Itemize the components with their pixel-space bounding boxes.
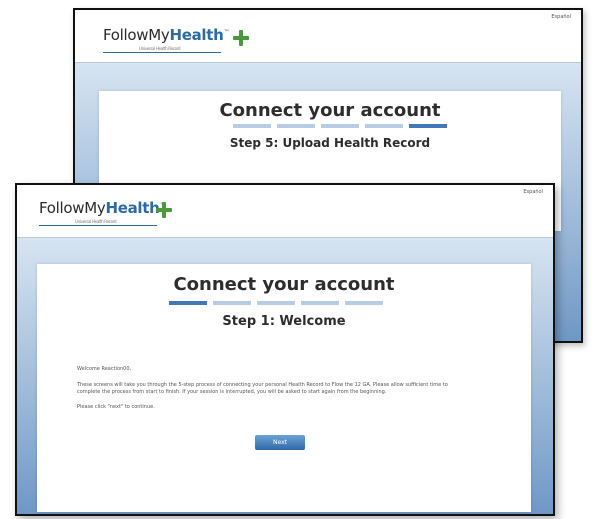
- front-window-step1: Español FollowMyHealth™ Universal Health…: [15, 183, 555, 516]
- logo-text-part2: Health: [169, 26, 224, 44]
- step-indicator-2: [213, 301, 251, 305]
- header: Español FollowMyHealth™ Universal Health…: [75, 10, 581, 63]
- green-plus-icon: [156, 202, 172, 218]
- next-button[interactable]: Next: [255, 435, 305, 450]
- step-indicator-4: [365, 124, 403, 128]
- step-indicator-3: [321, 124, 359, 128]
- language-link[interactable]: Español: [551, 14, 571, 20]
- header: Español FollowMyHealth™ Universal Health…: [17, 185, 553, 238]
- step-progress-bar: [169, 301, 383, 305]
- logo-text-part1: FollowMy: [39, 199, 106, 217]
- step-indicator-3: [257, 301, 295, 305]
- step-indicator-5: [345, 301, 383, 305]
- logo-underline: [39, 225, 157, 226]
- page-title: Connect your account: [173, 274, 395, 295]
- continue-instruction: Please click "next" to continue.: [77, 404, 155, 410]
- green-plus-icon: [233, 30, 249, 46]
- followmyhealth-logo: FollowMyHealth™ Universal Health Record: [39, 199, 166, 226]
- logo-trademark: ™: [223, 29, 230, 36]
- step-title: Step 5: Upload Health Record: [229, 136, 431, 150]
- step-indicator-2: [277, 124, 315, 128]
- step-indicator-1: [169, 301, 207, 305]
- step-title: Step 1: Welcome: [222, 314, 346, 329]
- page-title: Connect your account: [219, 100, 441, 121]
- instructions-paragraph: These screens will take you through the …: [77, 382, 448, 395]
- step-indicator-4: [301, 301, 339, 305]
- followmyhealth-logo: FollowMyHealth™ Universal Health Record: [103, 26, 230, 53]
- logo-tagline: Universal Health Record: [75, 219, 117, 224]
- welcome-greeting: Welcome Reaction00,: [77, 366, 132, 372]
- logo-text-part1: FollowMy: [103, 26, 170, 44]
- logo-text-part2: Health: [105, 199, 160, 217]
- logo-underline: [103, 52, 221, 53]
- logo-tagline: Universal Health Record: [139, 46, 181, 51]
- connect-account-panel: Connect your account Step 1: Welcome Wel…: [37, 264, 531, 512]
- step-indicator-5: [409, 124, 447, 128]
- step-progress-bar: [233, 124, 447, 128]
- language-link[interactable]: Español: [523, 189, 543, 195]
- content-background: Connect your account Step 1: Welcome Wel…: [17, 238, 553, 514]
- step-indicator-1: [233, 124, 271, 128]
